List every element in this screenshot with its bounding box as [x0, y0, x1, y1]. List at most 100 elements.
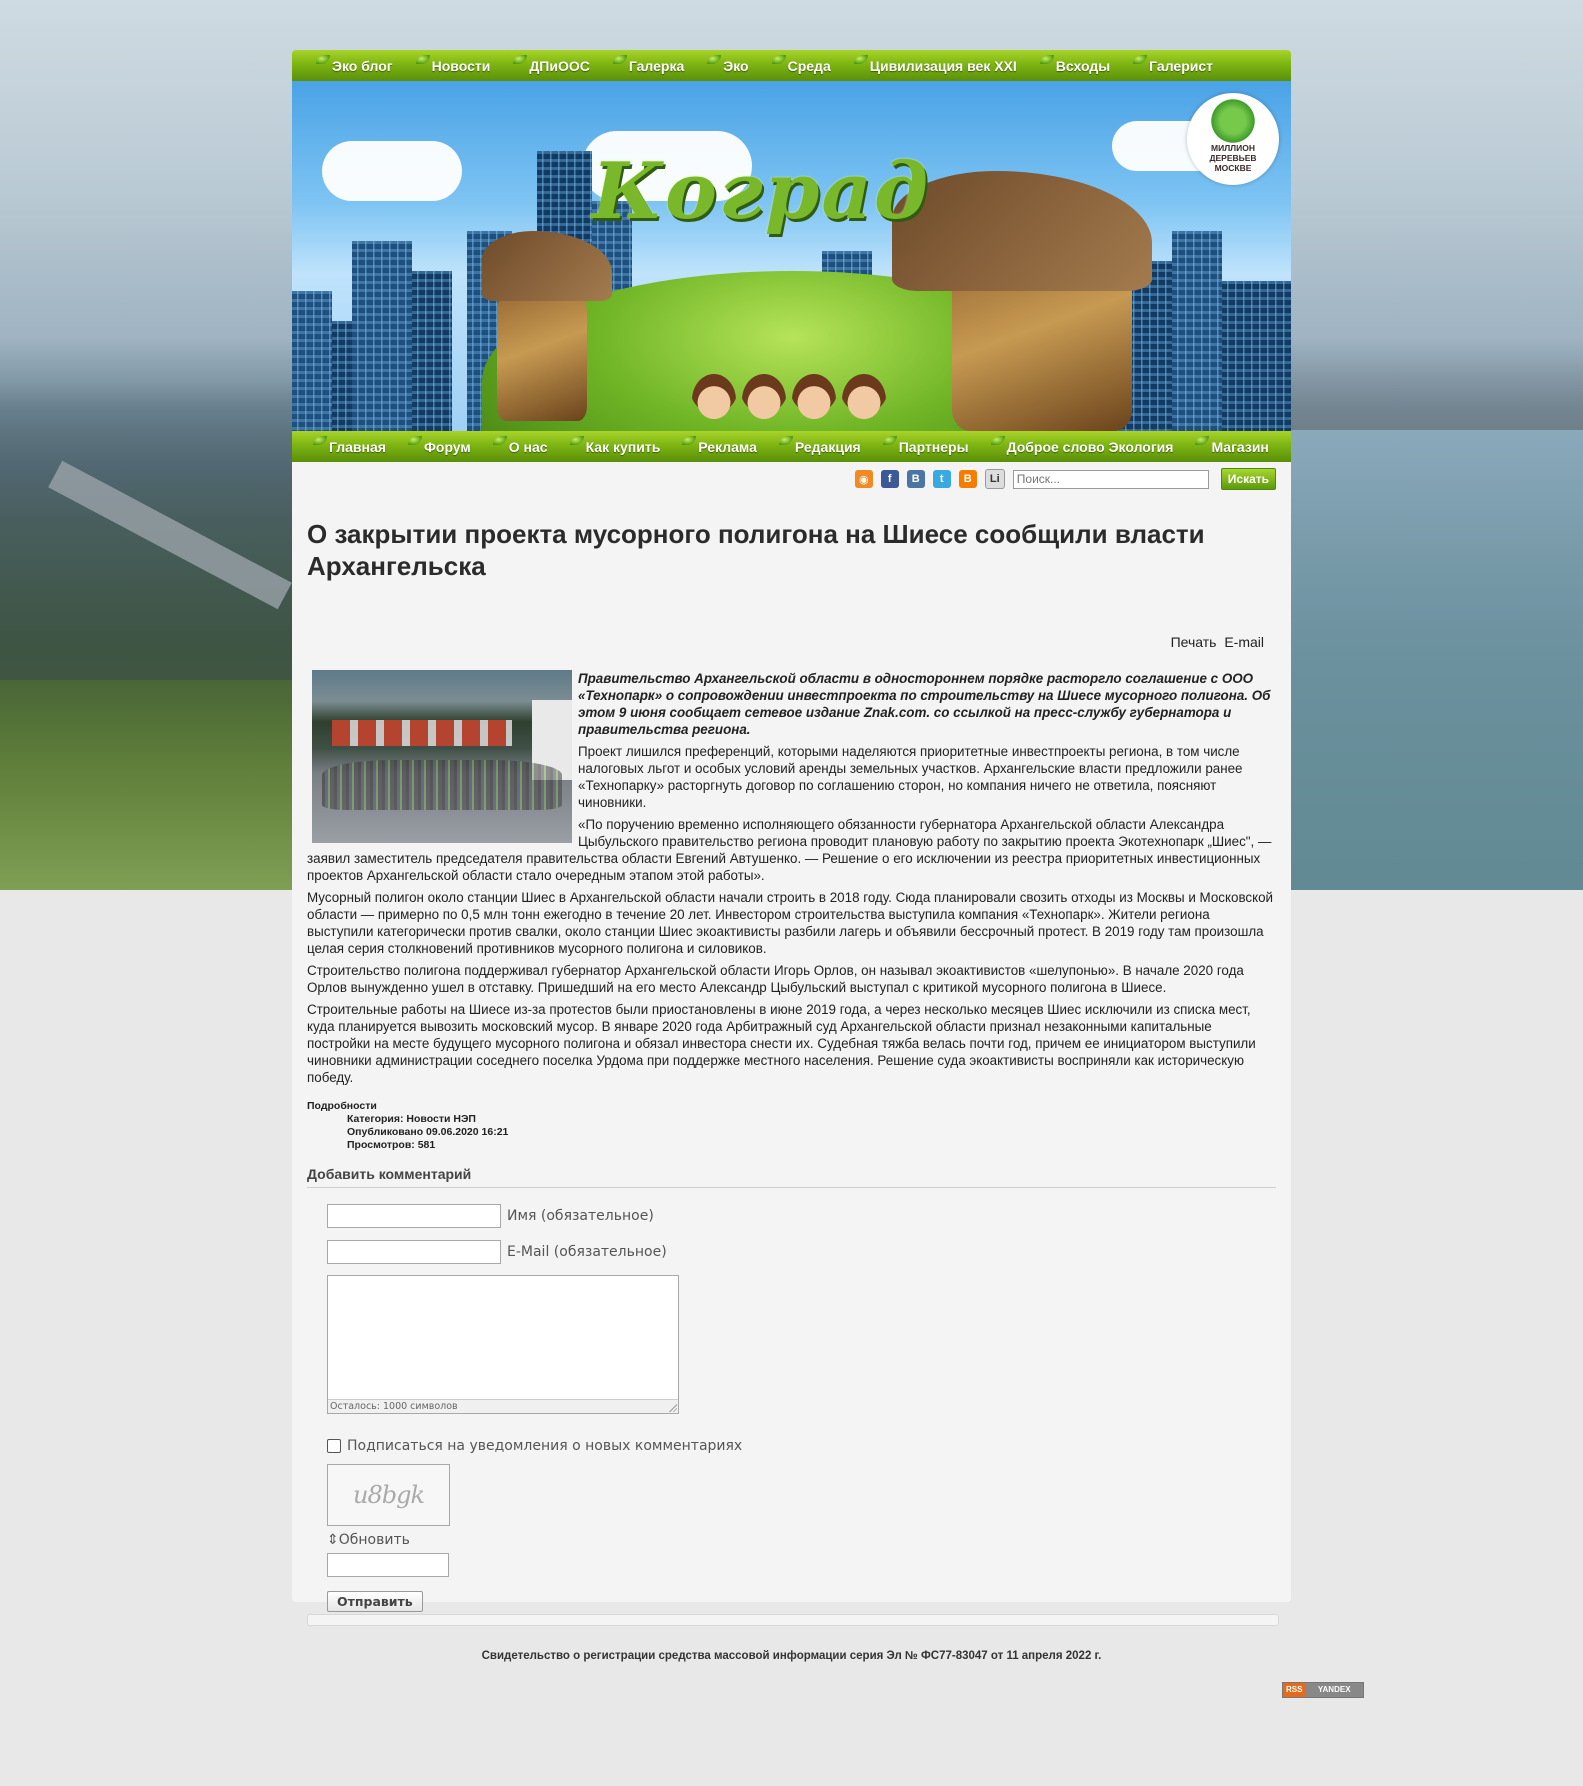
badge-line-3: МОСКВЕ	[1214, 163, 1252, 173]
main-nav-item-forum[interactable]: Форум	[407, 435, 471, 455]
twitter-icon[interactable]: t	[932, 470, 951, 488]
main-nav-item-ads[interactable]: Реклама	[682, 435, 757, 455]
subscribe-label: Подписаться на уведомления о новых комме…	[347, 1438, 743, 1454]
child-face	[842, 374, 886, 426]
vk-icon[interactable]: B	[906, 470, 925, 488]
refresh-icon: ⇕	[327, 1532, 339, 1548]
leaf-icon	[778, 435, 793, 445]
building-shape	[292, 291, 332, 431]
top-nav-item-vskhody[interactable]: Всходы	[1039, 54, 1110, 74]
hut-roof	[892, 171, 1152, 291]
site-container: Эко блог Новости ДПиООС Галерка Эко Сред…	[292, 50, 1291, 1623]
email-field[interactable]	[327, 1240, 501, 1264]
submit-button[interactable]: Отправить	[327, 1591, 423, 1612]
rss-yandex-badge[interactable]: RSS YANDEX	[1282, 1682, 1364, 1698]
print-link[interactable]: Печать	[1171, 634, 1217, 650]
leaf-icon	[492, 435, 507, 445]
top-nav-item-civilization[interactable]: Цивилизация век XXI	[853, 54, 1017, 74]
search-button[interactable]: Искать	[1220, 468, 1276, 490]
blogger-icon[interactable]: B	[958, 470, 977, 488]
tree-icon	[1205, 99, 1261, 143]
badge-line-1: МИЛЛИОН	[1211, 143, 1255, 153]
email-field-label: E-Mail (обязательное)	[507, 1244, 667, 1260]
site-logo[interactable]: Коград	[592, 146, 930, 237]
comment-form: Имя (обязательное) E-Mail (обязательное)…	[307, 1204, 1276, 1612]
children-photo	[692, 351, 892, 426]
main-nav-item-shop[interactable]: Магазин	[1195, 435, 1269, 455]
leaf-icon	[1133, 54, 1148, 64]
article-published: Опубликовано 09.06.2020 16:21	[347, 1126, 509, 1138]
name-field-label: Имя (обязательное)	[507, 1208, 654, 1224]
child-face	[692, 374, 736, 426]
main-nav: Главная Форум О нас Как купить Реклама Р…	[292, 431, 1291, 462]
comment-textarea[interactable]: Осталось: 1000 символов	[327, 1275, 679, 1414]
liveinternet-icon[interactable]: Li	[984, 469, 1005, 489]
yandex-badge-label: YANDEX	[1305, 1683, 1363, 1697]
leaf-icon	[407, 435, 422, 445]
article-paragraph: Мусорный полигон около станции Шиес в Ар…	[307, 890, 1274, 956]
main-nav-item-about[interactable]: О нас	[492, 435, 548, 455]
leaf-icon	[513, 54, 528, 64]
top-nav-item-galerist[interactable]: Галерист	[1133, 54, 1213, 74]
leaf-icon	[882, 435, 897, 445]
top-nav-item-news[interactable]: Новости	[415, 54, 490, 74]
main-nav-item-partners[interactable]: Партнеры	[882, 435, 969, 455]
rss-badge-label: RSS	[1283, 1683, 1306, 1697]
building-shape	[352, 241, 412, 431]
facebook-icon[interactable]: f	[880, 470, 899, 488]
footer-registration: Свидетельство о регистрации средства мас…	[481, 1650, 1102, 1662]
name-field[interactable]	[327, 1204, 501, 1228]
leaf-icon	[1195, 435, 1210, 445]
photo-crowd	[322, 760, 562, 810]
captcha-image: u8bgk	[327, 1464, 450, 1526]
top-nav: Эко блог Новости ДПиООС Галерка Эко Сред…	[292, 50, 1291, 81]
article-photo	[312, 670, 572, 843]
leaf-icon	[316, 54, 330, 64]
resize-handle-icon[interactable]	[668, 1403, 677, 1412]
captcha-refresh[interactable]: ⇕Обновить	[327, 1532, 1276, 1548]
details-title: Подробности	[307, 1100, 377, 1112]
leaf-icon	[682, 435, 697, 445]
top-nav-item-eco[interactable]: Эко	[707, 54, 749, 74]
header-banner: Коград МИЛЛИОН ДЕРЕВЬЕВ МОСКВЕ	[292, 81, 1291, 431]
top-nav-item-dpioos[interactable]: ДПиООС	[513, 54, 590, 74]
char-counter: Осталось: 1000 символов	[328, 1399, 678, 1413]
toolbar: ◉ f B t B Li Искать	[307, 462, 1276, 494]
article-paragraph: Строительство полигона поддерживал губер…	[307, 963, 1244, 995]
leaf-icon	[1039, 54, 1054, 64]
article-views: Просмотров: 581	[347, 1139, 436, 1151]
child-face	[792, 374, 836, 426]
top-nav-item-galerka[interactable]: Галерка	[612, 54, 684, 74]
leaf-icon	[707, 54, 722, 64]
comment-form-title: Добавить комментарий	[307, 1166, 1276, 1188]
subscribe-checkbox[interactable]	[327, 1439, 341, 1453]
captcha-refresh-label: Обновить	[338, 1532, 410, 1548]
email-link[interactable]: E-mail	[1224, 634, 1264, 650]
article-paragraph: Строительные работы на Шиесе из-за проте…	[307, 1002, 1256, 1085]
main-nav-item-good-word[interactable]: Доброе слово Экология	[990, 435, 1173, 455]
main-nav-item-how-to-buy[interactable]: Как купить	[569, 435, 660, 455]
top-nav-item-eco-blog[interactable]: Эко блог	[316, 54, 393, 74]
leaf-icon	[415, 54, 430, 64]
leaf-icon	[612, 54, 627, 64]
background-river	[1290, 430, 1583, 890]
main-content: ◉ f B t B Li Искать О закрытии проекта м…	[292, 462, 1291, 1623]
building-shape	[412, 271, 452, 431]
search-input[interactable]	[1012, 469, 1209, 489]
top-nav-item-sreda[interactable]: Среда	[771, 54, 831, 74]
leaf-icon	[569, 435, 584, 445]
captcha-input[interactable]	[327, 1553, 449, 1577]
building-shape	[1222, 281, 1291, 431]
leaf-icon	[771, 54, 786, 64]
child-face	[742, 374, 786, 426]
main-nav-item-editorial[interactable]: Редакция	[778, 435, 861, 455]
article-actions: Печать E-mail	[307, 634, 1276, 650]
photo-trucks	[332, 720, 512, 746]
footer-strip	[307, 1614, 1279, 1626]
million-trees-badge[interactable]: МИЛЛИОН ДЕРЕВЬЕВ МОСКВЕ	[1187, 93, 1279, 185]
rss-icon[interactable]: ◉	[854, 470, 873, 488]
article-body: Правительство Архангельской области в од…	[307, 670, 1276, 1086]
main-nav-item-home[interactable]: Главная	[313, 435, 386, 455]
article-category[interactable]: Категория: Новости НЭП	[347, 1113, 1276, 1126]
leaf-icon	[853, 54, 868, 64]
